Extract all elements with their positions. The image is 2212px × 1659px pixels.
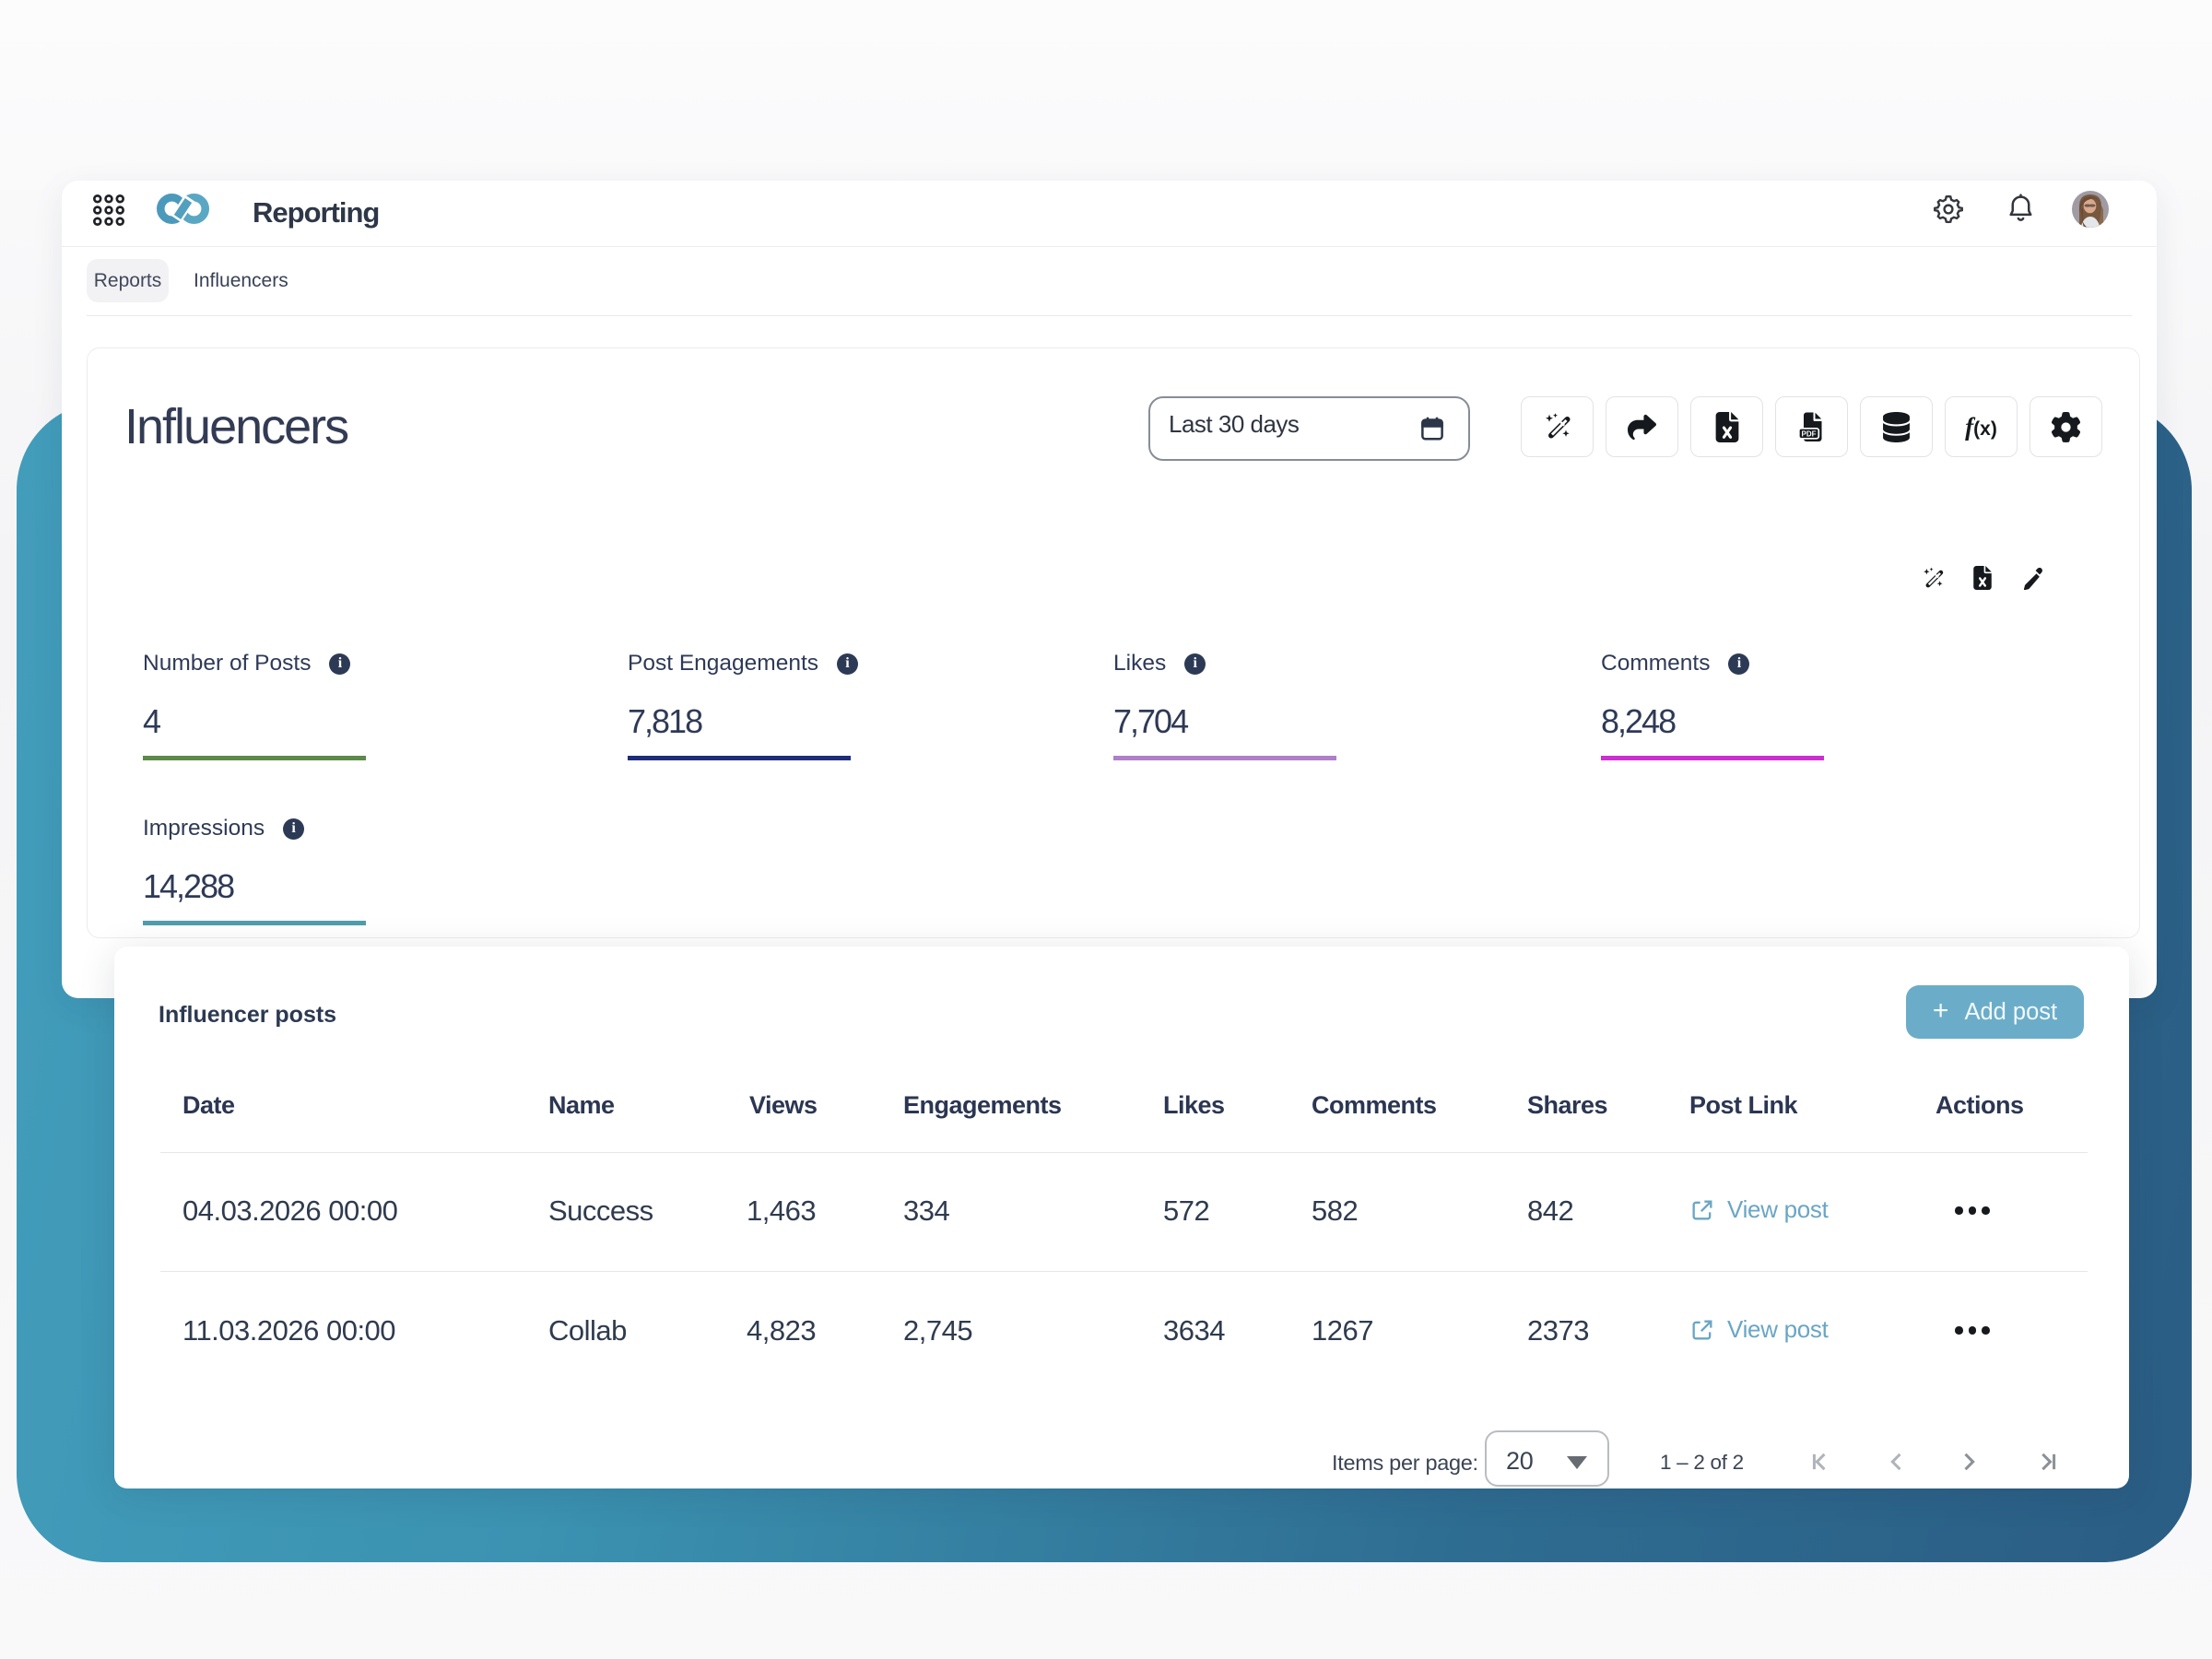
svg-text:PDF: PDF [1801,429,1816,438]
